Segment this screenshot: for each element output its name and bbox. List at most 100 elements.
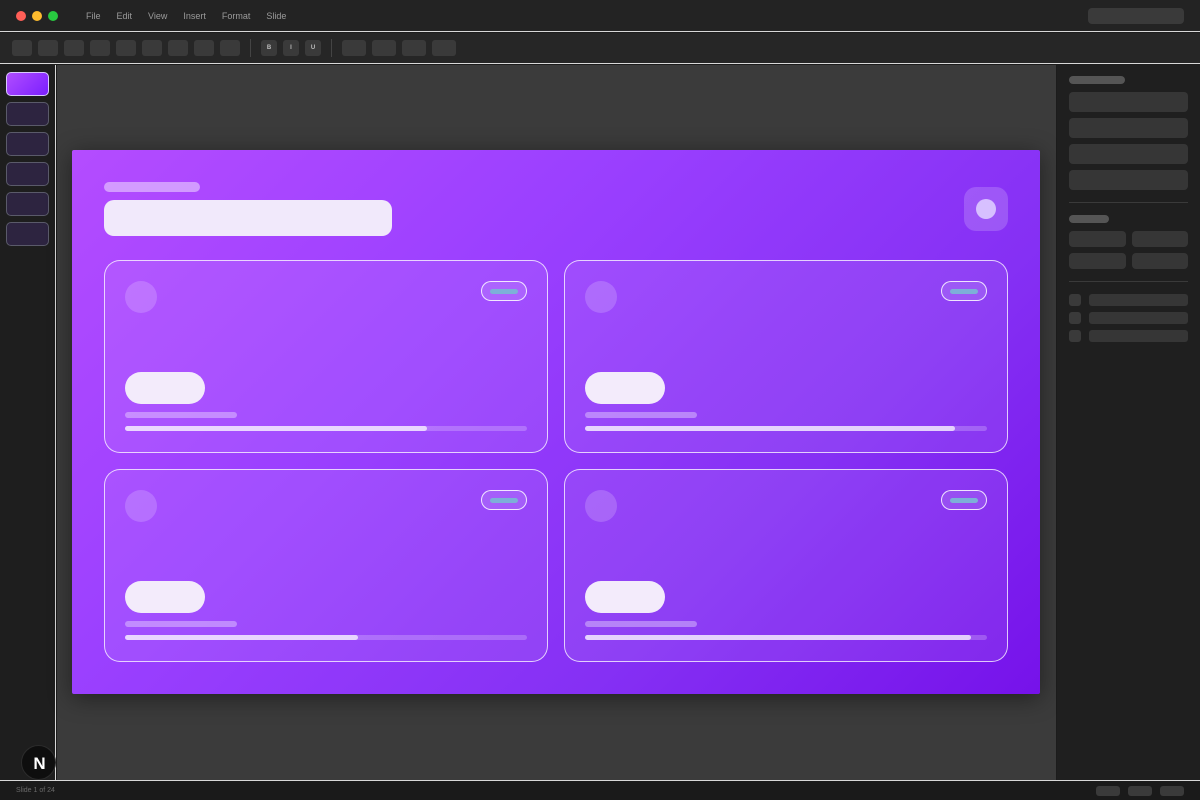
toolbar-button[interactable] — [64, 40, 84, 56]
toolbar-button[interactable] — [432, 40, 456, 56]
inspector-checkbox[interactable] — [1069, 294, 1081, 306]
menu-edit[interactable]: Edit — [117, 11, 133, 21]
inspector-field[interactable] — [1069, 144, 1188, 164]
card-status-chip — [481, 490, 527, 510]
metric-card[interactable] — [104, 469, 548, 662]
n-logo-badge[interactable]: N — [21, 745, 56, 780]
metric-card[interactable] — [104, 260, 548, 453]
maximize-window-button[interactable] — [48, 11, 58, 21]
inspector-field[interactable] — [1069, 118, 1188, 138]
toolbar-divider — [250, 39, 251, 57]
slide-thumbnail[interactable] — [6, 192, 49, 216]
inspector-checkbox[interactable] — [1069, 312, 1081, 324]
toolbar-button[interactable] — [194, 40, 214, 56]
toolbar-button[interactable] — [372, 40, 396, 56]
menu-bar: File Edit View Insert Format Slide — [86, 11, 302, 21]
status-button[interactable] — [1160, 786, 1184, 796]
toolbar-button[interactable] — [38, 40, 58, 56]
menu-format[interactable]: Format — [222, 11, 251, 21]
slide-thumbnail[interactable] — [6, 162, 49, 186]
slide[interactable] — [72, 150, 1040, 694]
card-avatar — [585, 281, 617, 313]
inspector-divider — [1069, 281, 1188, 282]
menu-slide[interactable]: Slide — [266, 11, 286, 21]
slide-thumbnail-active[interactable] — [6, 72, 49, 96]
status-button[interactable] — [1128, 786, 1152, 796]
slide-eyebrow-placeholder — [104, 182, 200, 192]
inspector-divider — [1069, 202, 1188, 203]
toolbar-button[interactable] — [168, 40, 188, 56]
toolbar-button[interactable] — [220, 40, 240, 56]
card-value-placeholder — [585, 372, 665, 404]
title-bar: File Edit View Insert Format Slide — [0, 0, 1200, 32]
circle-icon — [976, 199, 996, 219]
card-progress-fill — [585, 426, 955, 431]
inspector-section-label — [1069, 76, 1125, 84]
close-window-button[interactable] — [16, 11, 26, 21]
card-value-placeholder — [585, 581, 665, 613]
inspector-field[interactable] — [1132, 231, 1188, 247]
metric-card[interactable] — [564, 260, 1008, 453]
inspector-checkbox[interactable] — [1069, 330, 1081, 342]
card-progress-fill — [125, 426, 427, 431]
menu-view[interactable]: View — [148, 11, 167, 21]
card-caption-placeholder — [585, 412, 697, 418]
menu-insert[interactable]: Insert — [183, 11, 206, 21]
toolbar-button[interactable] — [116, 40, 136, 56]
card-value-placeholder — [125, 581, 205, 613]
status-bar: Slide 1 of 24 — [0, 780, 1200, 800]
card-progress-track — [585, 635, 987, 640]
metric-card[interactable] — [564, 469, 1008, 662]
card-avatar — [125, 281, 157, 313]
inspector-field[interactable] — [1069, 253, 1126, 269]
inspector-field[interactable] — [1069, 92, 1188, 112]
inspector-option — [1089, 294, 1188, 306]
card-value-placeholder — [125, 372, 205, 404]
window-controls — [16, 11, 58, 21]
slide-thumbnail[interactable] — [6, 222, 49, 246]
toolbar-button[interactable] — [342, 40, 366, 56]
bold-button[interactable]: B — [261, 40, 277, 56]
status-button[interactable] — [1096, 786, 1120, 796]
slide-counter: Slide 1 of 24 — [16, 787, 55, 794]
inspector-option — [1089, 312, 1188, 324]
toolbar-button[interactable] — [90, 40, 110, 56]
card-progress-fill — [585, 635, 971, 640]
inspector-option — [1089, 330, 1188, 342]
chip-indicator — [950, 498, 978, 503]
card-progress-track — [125, 635, 527, 640]
toolbar-button[interactable] — [142, 40, 162, 56]
slide-canvas — [57, 65, 1056, 780]
inspector-panel — [1057, 65, 1200, 780]
slide-thumbnail[interactable] — [6, 132, 49, 156]
inspector-field[interactable] — [1069, 231, 1126, 247]
slide-thumbnails-panel — [0, 65, 56, 780]
slide-title-placeholder[interactable] — [104, 200, 392, 236]
search-field[interactable] — [1088, 8, 1184, 24]
toolbar-button[interactable] — [12, 40, 32, 56]
card-avatar — [125, 490, 157, 522]
card-progress-fill — [125, 635, 359, 640]
slide-thumbnail[interactable] — [6, 102, 49, 126]
toolbar-button[interactable] — [402, 40, 426, 56]
card-caption-placeholder — [125, 412, 237, 418]
menu-file[interactable]: File — [86, 11, 101, 21]
inspector-section-label — [1069, 215, 1109, 223]
card-status-chip — [941, 490, 987, 510]
presentation-app: File Edit View Insert Format Slide B I U — [0, 0, 1200, 800]
toolbar: B I U — [0, 33, 1200, 64]
card-avatar — [585, 490, 617, 522]
n-logo-icon: N — [33, 754, 46, 773]
inspector-field[interactable] — [1069, 170, 1188, 190]
card-status-chip — [941, 281, 987, 301]
minimize-window-button[interactable] — [32, 11, 42, 21]
toolbar-divider — [331, 39, 332, 57]
slide-action-button[interactable] — [964, 187, 1008, 231]
italic-button[interactable]: I — [283, 40, 299, 56]
inspector-field[interactable] — [1132, 253, 1188, 269]
chip-indicator — [490, 498, 518, 503]
chip-indicator — [950, 289, 978, 294]
card-progress-track — [585, 426, 987, 431]
underline-button[interactable]: U — [305, 40, 321, 56]
card-progress-track — [125, 426, 527, 431]
